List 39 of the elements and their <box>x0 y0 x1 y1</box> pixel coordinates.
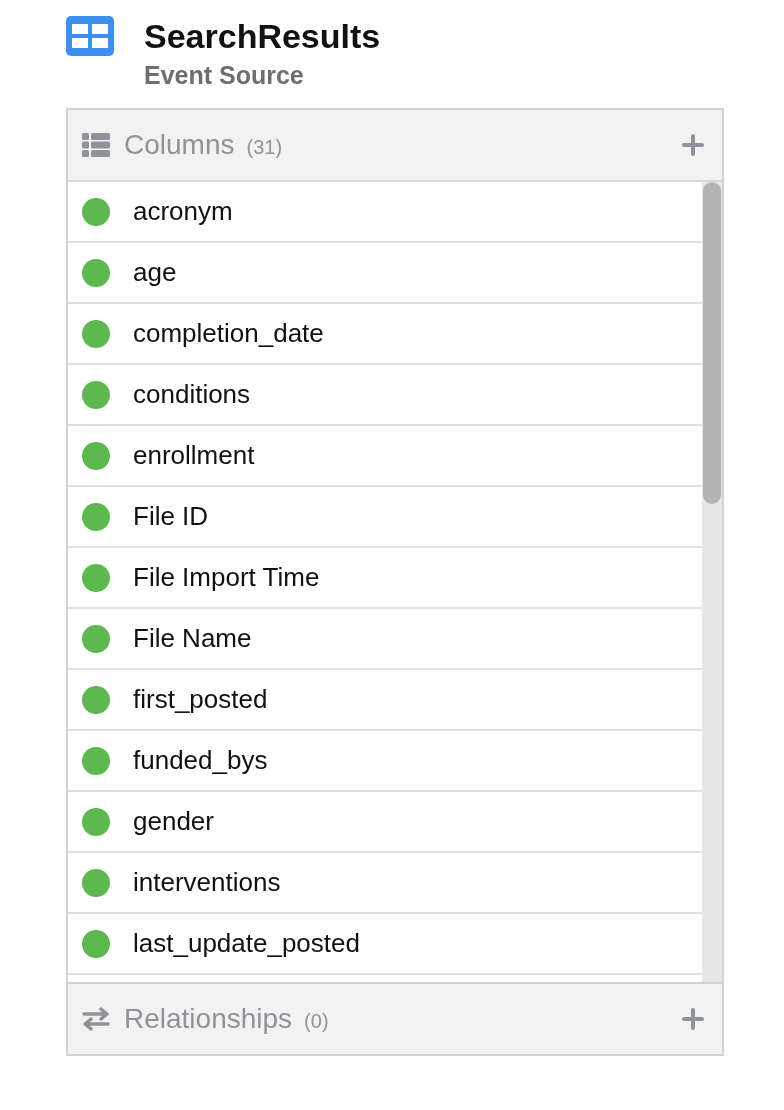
column-name: File ID <box>133 501 209 532</box>
add-relationship-button[interactable] <box>682 1008 704 1030</box>
column-name: acronym <box>133 196 233 227</box>
add-column-button[interactable] <box>682 134 704 156</box>
column-name: conditions <box>133 379 251 410</box>
status-dot <box>82 258 110 287</box>
column-name: last_update_posted <box>133 928 360 959</box>
table-title: SearchResults <box>144 16 381 57</box>
status-dot <box>82 929 110 958</box>
column-name: interventions <box>133 867 281 898</box>
section-title: Relationships <box>124 1003 293 1035</box>
column-name: age <box>133 257 177 288</box>
table-icon <box>66 16 114 56</box>
status-dot <box>82 441 110 470</box>
status-dot <box>82 380 110 409</box>
column-name: completion_date <box>133 318 324 349</box>
column-name: File Import Time <box>133 562 320 593</box>
status-dot <box>82 868 110 897</box>
status-dot <box>82 746 110 775</box>
list-icon <box>82 133 110 157</box>
status-dot <box>82 502 110 531</box>
column-name: funded_bys <box>133 745 268 776</box>
column-name: first_posted <box>133 684 268 715</box>
status-dot <box>82 624 110 653</box>
column-name: File Name <box>133 623 252 654</box>
section-count: (31) <box>246 136 283 159</box>
section-count: (0) <box>304 1010 329 1033</box>
status-dot <box>82 807 110 836</box>
scrollbar-track[interactable] <box>702 182 722 982</box>
scrollbar-thumb[interactable] <box>703 182 721 504</box>
column-name: gender <box>133 806 214 837</box>
status-dot <box>82 197 110 226</box>
status-dot <box>82 319 110 348</box>
column-name: enrollment <box>133 440 255 471</box>
swap-arrows-icon <box>82 1007 110 1031</box>
section-title: Columns <box>124 129 235 161</box>
status-dot <box>82 685 110 714</box>
status-dot <box>82 563 110 592</box>
table-subtitle: Event Source <box>144 60 305 91</box>
